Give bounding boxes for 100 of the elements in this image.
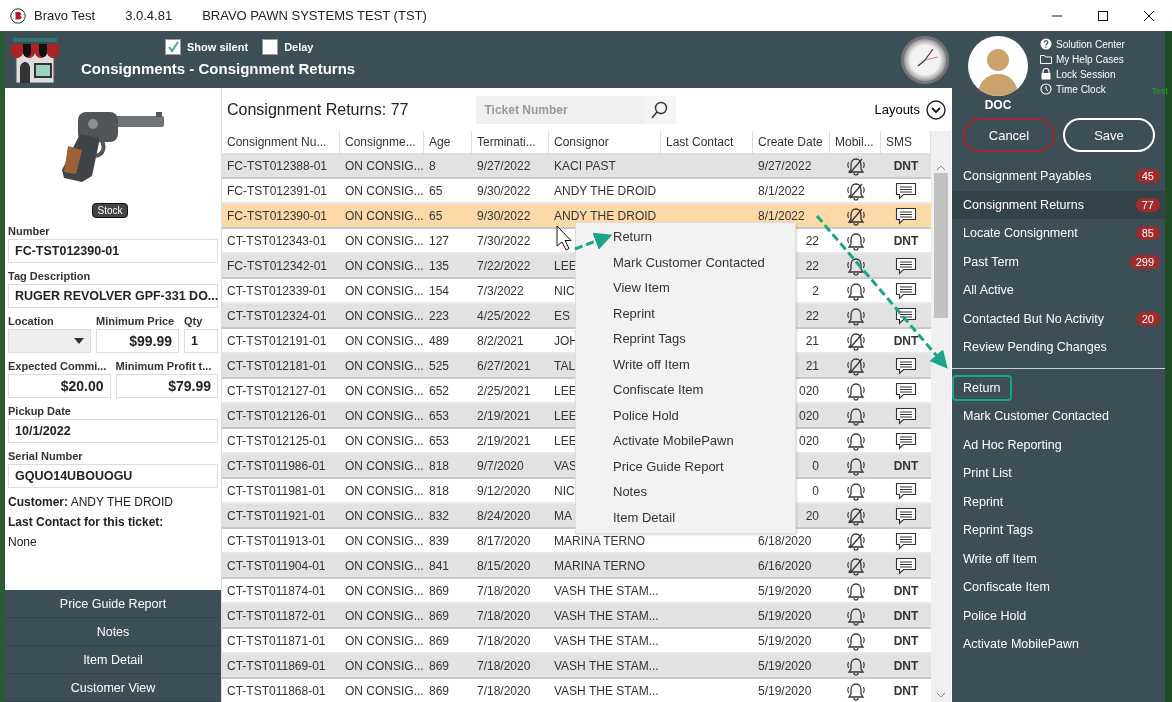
table-cell: LEE [554, 433, 577, 448]
table-cell: 22 [805, 233, 819, 248]
table-cell: VASH THE STAM... [554, 658, 659, 673]
table-cell: 8/1/2022 [758, 208, 805, 223]
count-badge: 45 [1135, 169, 1160, 184]
table-cell: DNT [893, 658, 919, 673]
table-cell: 7/18/2020 [477, 583, 531, 598]
table-cell: 223 [429, 308, 450, 323]
table-cell: ANDY THE DROID [554, 208, 657, 223]
table-cell: 653 [429, 433, 450, 448]
table-cell: CT-TST011913-01 [227, 533, 326, 548]
table-cell: ES [554, 308, 570, 323]
table-cell: ON CONSIG... [345, 333, 424, 348]
table-cell: ON CONSIG... [345, 608, 424, 623]
field-label: Minimum Profit t... [115, 360, 213, 372]
table-cell: ON CONSIG... [345, 283, 424, 298]
table-cell: 652 [429, 383, 450, 398]
table-cell: 653 [429, 408, 450, 423]
table-cell: ANDY THE DROID [554, 183, 657, 198]
table-cell: 0 [812, 458, 819, 473]
field-label: Qty [184, 315, 204, 327]
field-label: Serial Number [8, 450, 84, 462]
table-cell: 154 [429, 283, 450, 298]
table-cell: FC-TST012390-01 [227, 208, 328, 223]
table-cell: FC-TST012391-01 [227, 183, 328, 198]
last-contact-value: None [8, 535, 38, 549]
table-cell: DNT [893, 583, 919, 598]
table-cell: ON CONSIG... [345, 683, 424, 698]
table-cell: 525 [429, 358, 450, 373]
table-cell: 7/22/2022 [477, 258, 531, 273]
table-cell: NIC [554, 483, 575, 498]
table-cell: CT-TST011874-01 [227, 583, 326, 598]
table-cell: CT-TST011904-01 [227, 558, 326, 573]
table-cell: 7/3/2022 [477, 283, 524, 298]
customer-text: Customer: ANDY THE DROID [8, 495, 174, 509]
table-cell: CT-TST011986-01 [227, 458, 326, 473]
table-cell: 6/18/2020 [758, 533, 812, 548]
page-title: Consignments - Consignment Returns [81, 60, 356, 77]
table-cell: 869 [429, 608, 450, 623]
table-cell: 9/30/2022 [477, 208, 531, 223]
table-cell: 8 [429, 158, 436, 173]
table-cell: 9/7/2020 [477, 458, 524, 473]
table-cell: 65 [429, 183, 443, 198]
table-cell: MA [554, 508, 572, 523]
list-heading: Consignment Returns: 77 [227, 100, 409, 119]
table-cell: 818 [429, 458, 450, 473]
table-cell: CT-TST011981-01 [227, 483, 326, 498]
table-cell: FC-TST012388-01 [227, 158, 328, 173]
table-cell: 7/18/2020 [477, 683, 531, 698]
table-cell: 9/27/2022 [477, 158, 531, 173]
table-cell: 869 [429, 658, 450, 673]
table-cell: 5/19/2020 [758, 583, 812, 598]
table-cell: 7/18/2020 [477, 633, 531, 648]
count-badge: 299 [1129, 254, 1160, 269]
table-cell: 869 [429, 583, 450, 598]
table-cell: 8/17/2020 [477, 533, 531, 548]
table-cell: CT-TST012324-01 [227, 308, 327, 323]
table-cell: 869 [429, 683, 450, 698]
table-cell: 9/12/2020 [477, 483, 531, 498]
table-cell: 0 [812, 483, 819, 498]
table-cell: 841 [429, 558, 450, 573]
table-cell: ON CONSIG... [345, 658, 424, 673]
table-cell: ON CONSIG... [345, 508, 424, 523]
table-cell: ON CONSIG... [345, 258, 424, 273]
checkbox-label: Show silent [187, 41, 249, 53]
table-cell: 135 [429, 258, 450, 273]
table-cell: 9/27/2022 [758, 158, 812, 173]
table-cell: DNT [893, 458, 919, 473]
checkbox-label: Delay [284, 41, 314, 53]
table-cell: ON CONSIG... [345, 458, 424, 473]
table-cell: FC-TST012342-01 [227, 258, 328, 273]
count-badge: 85 [1135, 226, 1160, 241]
table-cell: 8/15/2020 [477, 558, 531, 573]
table-cell: CT-TST012127-01 [227, 383, 327, 398]
table-cell: NIC [554, 283, 575, 298]
table-cell: MARINA TERNO [554, 533, 646, 548]
count-badge: 20 [1135, 311, 1160, 326]
table-cell: 7/18/2020 [477, 658, 531, 673]
count-badge: 77 [1135, 197, 1160, 212]
table-cell: ON CONSIG... [345, 383, 424, 398]
table-cell: CT-TST012125-01 [227, 433, 327, 448]
table-cell: KACI PAST [554, 158, 616, 173]
table-cell: 020 [798, 408, 819, 423]
table-cell: DNT [893, 158, 919, 173]
table-cell: ON CONSIG... [345, 408, 424, 423]
table-cell: 6/27/2021 [477, 358, 531, 373]
table-cell: MARINA TERNO [554, 558, 646, 573]
table-cell: ON CONSIG... [345, 433, 424, 448]
table-cell: 6/16/2020 [758, 558, 812, 573]
table-cell: 127 [429, 233, 450, 248]
table-cell: TAL [554, 358, 576, 373]
table-cell: ON CONSIG... [345, 358, 424, 373]
table-cell: 22 [805, 308, 819, 323]
table-cell: 869 [429, 633, 450, 648]
table-cell: CT-TST012181-01 [227, 358, 327, 373]
table-cell: 9/30/2022 [477, 183, 531, 198]
table-cell: 65 [429, 208, 443, 223]
table-cell: 2 [812, 283, 819, 298]
table-cell: ON CONSIG... [345, 633, 424, 648]
table-cell: LEE [554, 408, 577, 423]
